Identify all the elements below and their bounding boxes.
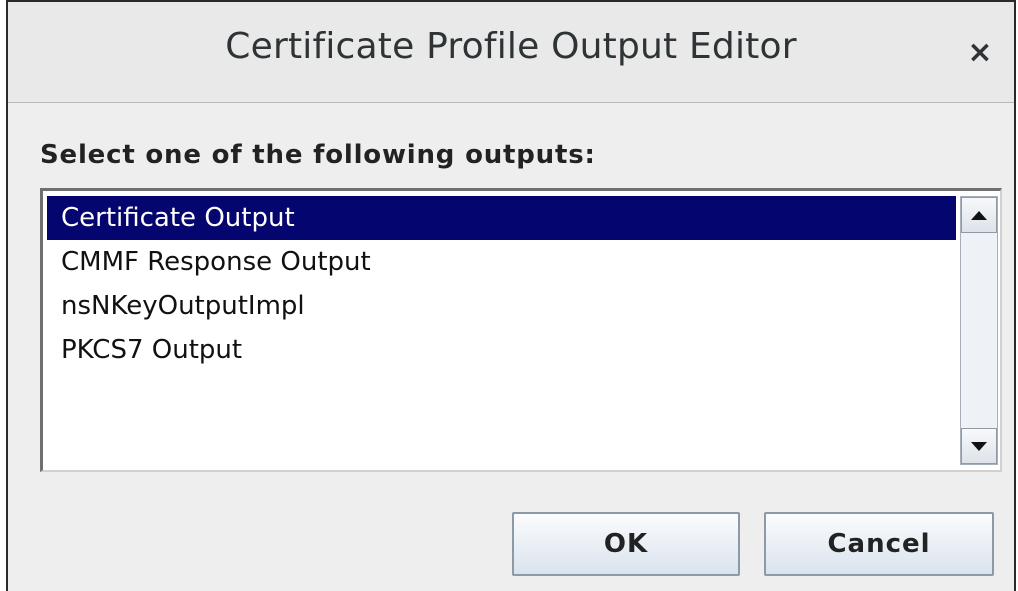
vertical-scrollbar[interactable] <box>960 196 998 465</box>
dialog-window: Certificate Profile Output Editor × Sele… <box>6 0 1016 591</box>
title-bar[interactable]: Certificate Profile Output Editor × <box>8 2 1014 103</box>
scroll-track[interactable] <box>961 233 997 428</box>
outputs-list: Certificate Output CMMF Response Output … <box>47 196 956 470</box>
prompt-label: Select one of the following outputs: <box>40 140 596 170</box>
close-icon[interactable]: × <box>960 32 1000 72</box>
list-item-pkcs7-output[interactable]: PKCS7 Output <box>47 328 956 372</box>
arrow-up-icon <box>971 210 987 220</box>
dialog-title: Certificate Profile Output Editor <box>225 26 797 67</box>
scroll-down-button[interactable] <box>961 428 997 464</box>
outputs-listbox[interactable]: Certificate Output CMMF Response Output … <box>40 188 1002 472</box>
list-item-nsnkeyoutputimpl[interactable]: nsNKeyOutputImpl <box>47 284 956 328</box>
ok-button[interactable]: OK <box>512 512 740 576</box>
cancel-button[interactable]: Cancel <box>764 512 994 576</box>
scroll-up-button[interactable] <box>961 197 997 233</box>
list-item-cmmf-response-output[interactable]: CMMF Response Output <box>47 240 956 284</box>
list-item-certificate-output[interactable]: Certificate Output <box>47 196 956 240</box>
arrow-down-icon <box>971 441 987 451</box>
